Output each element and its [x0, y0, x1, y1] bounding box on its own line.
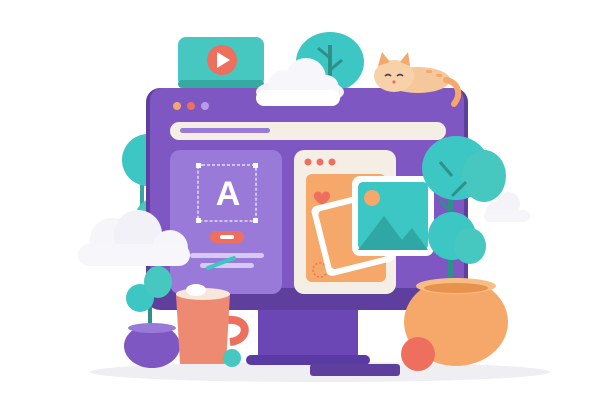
- illustration-svg: A: [78, 32, 550, 382]
- coral-ball: [401, 337, 435, 371]
- small-ball: [223, 349, 241, 367]
- plant-pot-icon: [124, 266, 180, 368]
- image-icon: [352, 176, 434, 256]
- illustration-scene: A: [0, 0, 612, 408]
- editor-glyph: A: [216, 175, 241, 213]
- address-bar: [170, 122, 446, 140]
- video-card: [178, 37, 264, 88]
- window-controls: [173, 102, 209, 110]
- editor-panel: A: [170, 150, 282, 294]
- keyboard: [310, 364, 400, 376]
